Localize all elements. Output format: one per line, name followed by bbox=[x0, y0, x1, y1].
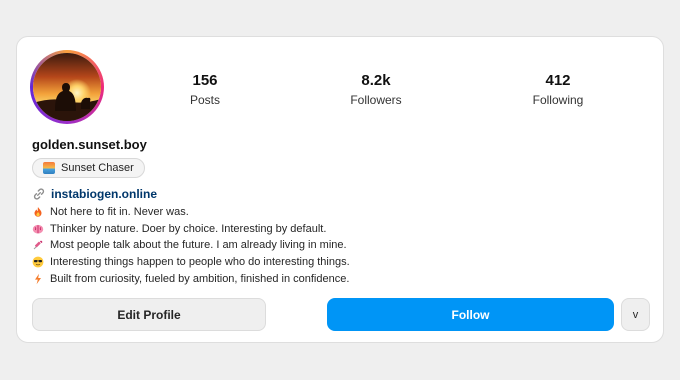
follow-button[interactable]: Follow bbox=[327, 298, 614, 331]
bio-line: Built from curiosity, fueled by ambition… bbox=[32, 270, 350, 287]
syringe-icon bbox=[32, 239, 44, 251]
stat-followers[interactable]: 8.2k Followers bbox=[321, 72, 431, 108]
profile-username: golden.sunset.boy bbox=[32, 137, 147, 152]
bio-text: Not here to fit in. Never was. bbox=[50, 206, 189, 219]
fire-icon bbox=[32, 206, 44, 218]
followers-label: Followers bbox=[350, 93, 402, 107]
link-icon bbox=[33, 188, 45, 200]
bio-line: Most people talk about the future. I am … bbox=[32, 237, 350, 254]
followers-count: 8.2k bbox=[361, 72, 391, 89]
bio-line: Not here to fit in. Never was. bbox=[32, 204, 350, 221]
lightning-icon bbox=[32, 273, 44, 285]
bio-line: Interesting things happen to people who … bbox=[32, 254, 350, 271]
profile-link-row: instabiogen.online bbox=[32, 186, 157, 202]
bio-text: Thinker by nature. Doer by choice. Inter… bbox=[50, 222, 327, 235]
more-options-button[interactable]: v bbox=[621, 298, 650, 331]
profile-card: 156 Posts 8.2k Followers 412 Following g… bbox=[16, 36, 664, 343]
sunglasses-face-icon bbox=[32, 256, 44, 268]
bio: Not here to fit in. Never was. Thinker b… bbox=[32, 204, 350, 287]
stat-posts: 156 Posts bbox=[150, 72, 260, 108]
category-label: Sunset Chaser bbox=[61, 162, 134, 174]
avatar-image bbox=[33, 53, 101, 121]
chevron-down-icon: v bbox=[632, 308, 639, 321]
avatar[interactable] bbox=[33, 53, 101, 121]
posts-label: Posts bbox=[189, 93, 220, 107]
profile-link[interactable]: instabiogen.online bbox=[51, 186, 157, 202]
bio-text: Most people talk about the future. I am … bbox=[50, 239, 347, 252]
category-badge: Sunset Chaser bbox=[32, 158, 145, 178]
posts-count: 156 bbox=[192, 72, 218, 89]
stat-following[interactable]: 412 Following bbox=[503, 72, 613, 108]
brain-icon bbox=[32, 223, 44, 235]
avatar-story-ring[interactable] bbox=[30, 50, 104, 124]
bio-text: Interesting things happen to people who … bbox=[50, 256, 350, 269]
following-label: Following bbox=[532, 93, 584, 107]
sunset-emoji-icon bbox=[43, 162, 55, 174]
following-count: 412 bbox=[545, 72, 571, 89]
bio-text: Built from curiosity, fueled by ambition… bbox=[50, 272, 350, 285]
edit-profile-button[interactable]: Edit Profile bbox=[32, 298, 266, 331]
bio-line: Thinker by nature. Doer by choice. Inter… bbox=[32, 221, 350, 238]
